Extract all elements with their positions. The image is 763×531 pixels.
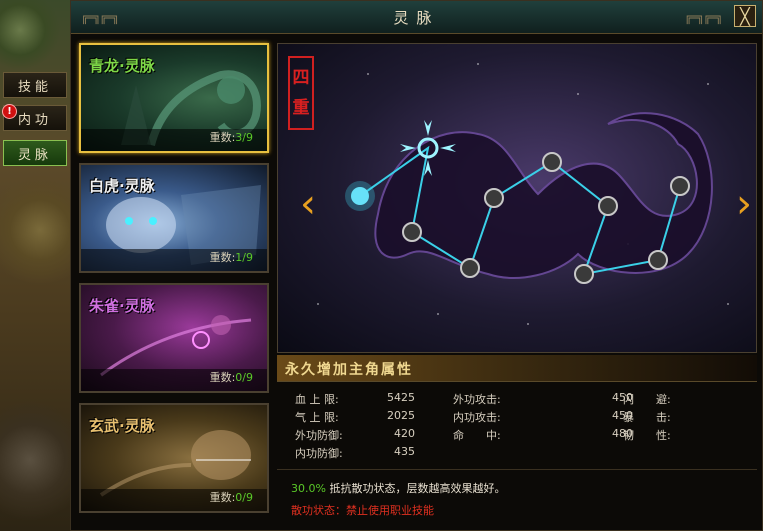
card-level-value: 1/9 (235, 251, 253, 264)
card-level-label: 重数: (209, 251, 236, 264)
disperse-status-text: 散功状态：禁止使用职业技能 (291, 504, 434, 517)
stat-label: 暴 击: (623, 411, 671, 424)
card-level: 重数:3/9 (210, 129, 253, 145)
card-level-value: 0/9 (235, 371, 253, 384)
resist-percent: 30.0% (291, 482, 326, 495)
stat-value: 480 (612, 427, 633, 440)
card-name: 白虎·灵脉 (89, 177, 155, 195)
fret-ornament-right: ╔═╗╔═╗ (684, 10, 723, 24)
title-bar[interactable]: ╔═╗╔═╗ 灵脉 ╔═╗╔═╗ ╳ (71, 1, 762, 34)
side-tab-skills-label: 技能 (17, 79, 52, 95)
card-name: 青龙·灵脉 (89, 57, 155, 75)
stat-label: 命 中: (453, 429, 501, 442)
attributes-header: 永久增加主角属性 (277, 355, 757, 382)
side-tab-internal-label: 内功 (17, 112, 52, 128)
tier-char-1: 四 (292, 68, 310, 88)
vein-card-azure-dragon[interactable]: 青龙·灵脉 重数:3/9 (79, 43, 269, 153)
card-name: 玄武·灵脉 (89, 417, 155, 435)
node-lit-halo (345, 181, 375, 211)
resist-effect-text: 30.0% 抵抗散功状态，层数越高效果越好。 (291, 480, 505, 496)
resist-description: 抵抗散功状态，层数越高效果越好。 (329, 482, 506, 495)
stat-value: 450 (612, 409, 633, 422)
spirit-vein-window: ╔═╗╔═╗ 灵脉 ╔═╗╔═╗ ╳ 青龙·灵脉 重数:3/9 白虎·灵脉 重数… (70, 0, 763, 531)
stat-value: 510 (693, 409, 763, 422)
tier-seal: 四 重 (288, 56, 314, 130)
tier-char-2: 重 (292, 98, 310, 118)
side-tab-skills[interactable]: 技能 (3, 72, 67, 98)
card-level-label: 重数: (209, 491, 236, 504)
stat-label: 气 上 限: (295, 411, 339, 424)
effects-panel: 30.0% 抵抗散功状态，层数越高效果越好。 散功状态：禁止使用职业技能 (277, 469, 757, 528)
card-name: 朱雀·灵脉 (89, 297, 155, 315)
attributes-panel: 血 上 限: 5425 气 上 限: 2025 外功防御: 420 内功防御: 435 … (277, 381, 757, 467)
attributes-heading: 永久增加主角属性 (285, 362, 413, 378)
vein-card-vermilion-bird[interactable]: 朱雀·灵脉 重数:0/9 (79, 283, 269, 393)
stat-label: 内功防御: (295, 447, 343, 460)
alert-badge: ! (2, 104, 17, 119)
window-title: 灵脉 (393, 9, 440, 27)
card-level: 重数:0/9 (210, 369, 253, 385)
vein-card-black-tortoise[interactable]: 玄武·灵脉 重数:0/9 (79, 403, 269, 513)
next-arrow-icon[interactable]: › (736, 184, 752, 224)
side-tab-spirit-vein[interactable]: 灵脉 (3, 140, 67, 166)
card-level-label: 重数: (209, 131, 236, 144)
stat-value: 525 (693, 427, 763, 440)
stat-label: 闪 避: (623, 393, 671, 406)
card-level: 重数:0/9 (210, 489, 253, 505)
stat-label: 内功攻击: (453, 411, 501, 424)
card-level-label: 重数: (209, 371, 236, 384)
prev-arrow-icon[interactable]: ‹ (300, 184, 316, 224)
stat-label: 血 上 限: (295, 393, 339, 406)
dragon-constellation (317, 63, 729, 325)
stat-value: 495 (693, 391, 763, 404)
stat-value: 420 (394, 427, 415, 440)
stat-value: 5425 (387, 391, 415, 404)
stat-value: 450 (612, 391, 633, 404)
card-level: 重数:1/9 (210, 249, 253, 265)
vein-card-white-tiger[interactable]: 白虎·灵脉 重数:1/9 (79, 163, 269, 273)
stat-label: 外功攻击: (453, 393, 501, 406)
constellation-panel: 四 重 ‹ › (277, 43, 757, 353)
card-level-value: 3/9 (235, 131, 253, 144)
stat-value: 2025 (387, 409, 415, 422)
close-icon[interactable]: ╳ (734, 5, 756, 27)
stat-label: 韧 性: (623, 429, 671, 442)
card-level-value: 0/9 (235, 491, 253, 504)
side-tab-spirit-vein-label: 灵脉 (17, 147, 52, 163)
stat-label: 外功防御: (295, 429, 343, 442)
stat-value: 435 (394, 445, 415, 458)
